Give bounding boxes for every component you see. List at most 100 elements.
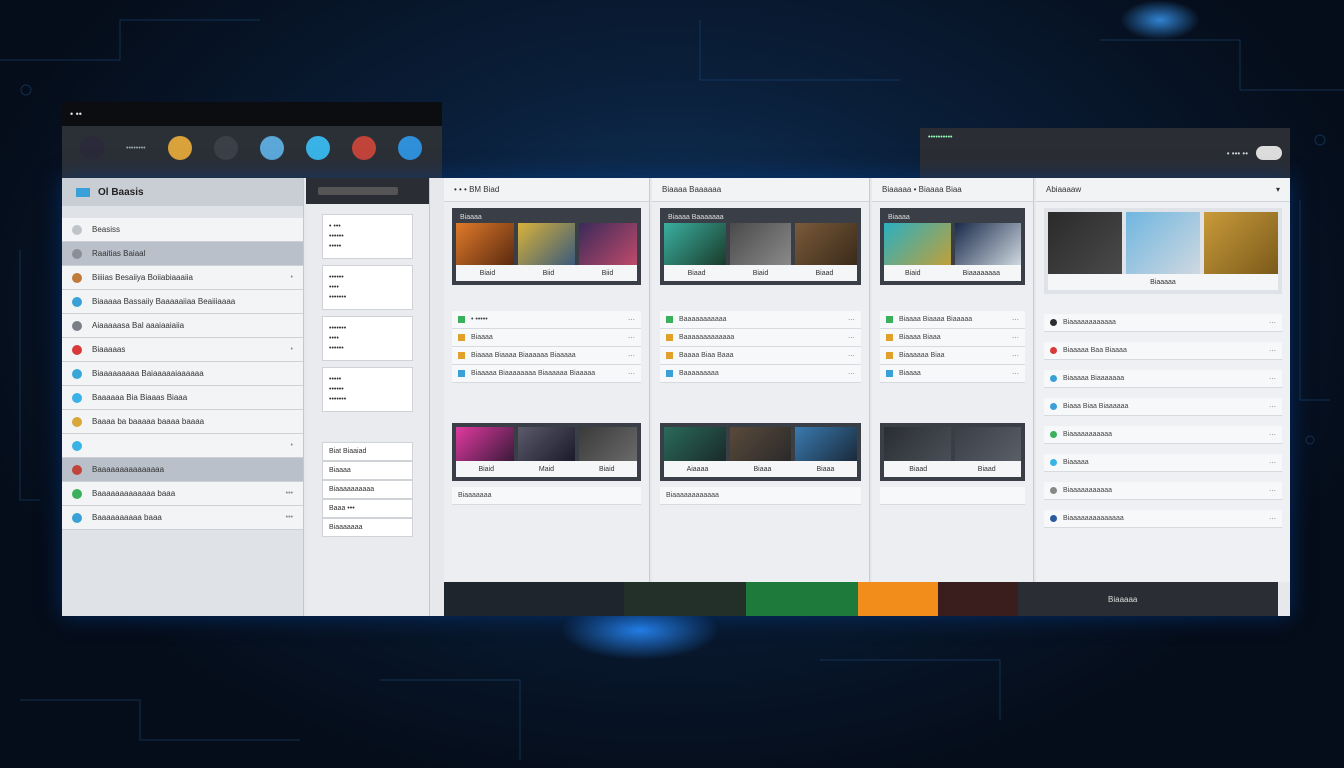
- list-row[interactable]: • ••••• ⋯: [452, 311, 641, 329]
- info-card[interactable]: •••••••••••••••••: [322, 265, 413, 310]
- gallery-thumb[interactable]: [884, 427, 951, 461]
- item-icon: [72, 248, 82, 259]
- col2-list-item[interactable]: Biat Biaaiad: [322, 442, 413, 461]
- list-row[interactable]: Baaaa Biaa Baaa ⋯: [660, 347, 861, 365]
- gallery-thumb[interactable]: [729, 427, 792, 461]
- gallery-thumb[interactable]: [954, 427, 1021, 461]
- sidebar-item[interactable]: •: [62, 434, 303, 458]
- gallery-thumb[interactable]: [517, 427, 576, 461]
- gallery-thumb[interactable]: [1126, 212, 1200, 274]
- gallery-thumb[interactable]: [456, 223, 514, 265]
- right-row[interactable]: Biaaaaa Biaaaaaaa ⋯: [1044, 370, 1282, 388]
- refresh-icon[interactable]: [397, 136, 422, 160]
- sidebar-item[interactable]: Biaaaaaaaaa Baiaaaaaiaaaaaa: [62, 362, 303, 386]
- sidebar-item[interactable]: Baaaaaaaaaaaaaaa: [62, 458, 303, 482]
- sidebar-item[interactable]: Aiaaaaasa Bal aaaiaaiaiia: [62, 314, 303, 338]
- gallery-thumb[interactable]: [795, 427, 858, 461]
- right-row[interactable]: Biaaaaa ⋯: [1044, 454, 1282, 472]
- col2-search-bar[interactable]: [318, 187, 398, 195]
- sidebar-item[interactable]: Baaaaaa Bia Biaaas Biaaa: [62, 386, 303, 410]
- more-icon[interactable]: ⋯: [1269, 459, 1276, 467]
- more-icon[interactable]: ⋯: [1012, 370, 1019, 378]
- gallery-thumb[interactable]: [664, 223, 726, 265]
- col2-list-item[interactable]: Biaaaaaaa: [322, 518, 413, 537]
- list-row[interactable]: Baaaaaaaaaaa ⋯: [660, 311, 861, 329]
- right-row[interactable]: Biaaaaaaaaaaa ⋯: [1044, 426, 1282, 444]
- more-icon[interactable]: ⋯: [1269, 487, 1276, 495]
- list-row[interactable]: Biaaaa ⋯: [880, 365, 1025, 383]
- more-icon[interactable]: ⋯: [848, 370, 855, 378]
- bottom-segment[interactable]: [858, 582, 938, 616]
- record-icon[interactable]: [80, 136, 104, 160]
- more-icon[interactable]: ⋯: [1012, 334, 1019, 342]
- right-row[interactable]: Biaaaaaaaaaaaa ⋯: [1044, 314, 1282, 332]
- gallery-thumb[interactable]: [664, 427, 726, 461]
- more-icon[interactable]: ⋯: [628, 316, 635, 324]
- list-row[interactable]: Biaaaaa Biaaaaaaaa Biaaaaaa Biaaaaa ⋯: [452, 365, 641, 383]
- more-icon[interactable]: ⋯: [848, 334, 855, 342]
- list-row[interactable]: Biaaaa ⋯: [452, 329, 641, 347]
- sidebar-item[interactable]: Raaitias Baiaal: [62, 242, 303, 266]
- sidebar-item[interactable]: Baaaaaaaaaaaaa baaa •••: [62, 482, 303, 506]
- sidebar-item[interactable]: Baaaa ba baaaaa baaaa baaaa: [62, 410, 303, 434]
- more-icon[interactable]: ⋯: [1269, 431, 1276, 439]
- sidebar-item[interactable]: Beasiss: [62, 218, 303, 242]
- bottom-segment[interactable]: Biaaaaa: [1018, 582, 1278, 616]
- right-row[interactable]: Biaaa Biaa Biaaaaaa ⋯: [1044, 398, 1282, 416]
- more-icon[interactable]: ⋯: [628, 334, 635, 342]
- more-icon[interactable]: ⋯: [1269, 319, 1276, 327]
- list-row[interactable]: Biaaaa Biaaa ⋯: [880, 329, 1025, 347]
- window-icon[interactable]: [213, 136, 238, 160]
- toggle-button[interactable]: [1256, 146, 1282, 160]
- bottom-segment[interactable]: [938, 582, 1018, 616]
- card-line: •••••: [329, 243, 342, 250]
- info-card[interactable]: •••••••••••••••••: [322, 316, 413, 361]
- gallery-thumb[interactable]: [1048, 212, 1122, 274]
- gallery-thumb[interactable]: [517, 223, 576, 265]
- bottom-segment[interactable]: [444, 582, 624, 616]
- more-icon[interactable]: ⋯: [1269, 403, 1276, 411]
- list-row[interactable]: Biaaaa Biaaaa Biaaaaaa Biaaaaa ⋯: [452, 347, 641, 365]
- bottom-segment[interactable]: [746, 582, 858, 616]
- toolbar-window: • •• ••••••••: [62, 102, 442, 180]
- sidebar-item[interactable]: Baaaaaaaaaa baaa •••: [62, 506, 303, 530]
- right-row[interactable]: Biaaaaaaaaaaaaaa ⋯: [1044, 510, 1282, 528]
- col2-list-item[interactable]: Biaaaaaaaaaa: [322, 480, 413, 499]
- col2-list-item[interactable]: Biaaaa: [322, 461, 413, 480]
- color-wheel-icon[interactable]: [167, 136, 192, 160]
- list-row[interactable]: Baaaaaaaaa ⋯: [660, 365, 861, 383]
- right-row[interactable]: Biaaaaaaaaaaa ⋯: [1044, 482, 1282, 500]
- col2-list-item[interactable]: Baaa •••: [322, 499, 413, 518]
- info-card[interactable]: • ••• •••••• •••••: [322, 214, 413, 259]
- more-icon[interactable]: ⋯: [1269, 515, 1276, 523]
- gallery-thumb[interactable]: [795, 223, 858, 265]
- chevron-down-icon[interactable]: ▾: [1276, 185, 1280, 194]
- info-card[interactable]: ••••• •••••• •••••••: [322, 367, 413, 412]
- gallery-thumb[interactable]: [579, 223, 638, 265]
- list-row[interactable]: Baaaaaaaaaaaaa ⋯: [660, 329, 861, 347]
- globe-icon[interactable]: [259, 136, 284, 160]
- bottom-segment[interactable]: [624, 582, 746, 616]
- more-icon[interactable]: ⋯: [628, 352, 635, 360]
- gallery-thumb[interactable]: [954, 223, 1021, 265]
- list-row[interactable]: Biaaaa Biaaaa Biaaaaa ⋯: [880, 311, 1025, 329]
- gallery-thumb[interactable]: [729, 223, 792, 265]
- more-icon[interactable]: ⋯: [848, 352, 855, 360]
- gallery-thumb[interactable]: [1204, 212, 1278, 274]
- swirl-icon[interactable]: [351, 136, 376, 160]
- chat-icon[interactable]: [305, 136, 330, 160]
- sidebar-item[interactable]: Biaaaaa Bassaiiy Baaaaaiiaa Beaiiiaaaa: [62, 290, 303, 314]
- more-icon[interactable]: ⋯: [848, 316, 855, 324]
- more-icon[interactable]: ⋯: [1269, 347, 1276, 355]
- more-icon[interactable]: ⋯: [1012, 352, 1019, 360]
- more-icon[interactable]: ⋯: [628, 370, 635, 378]
- sidebar-item[interactable]: Biiiias Besaiiya Boiiabiaaaiia •: [62, 266, 303, 290]
- more-icon[interactable]: ⋯: [1012, 316, 1019, 324]
- right-row[interactable]: Biaaaaa Baa Biaaaa ⋯: [1044, 342, 1282, 360]
- more-icon[interactable]: ⋯: [1269, 375, 1276, 383]
- gallery-thumb[interactable]: [884, 223, 951, 265]
- sidebar-item[interactable]: Biaaaaas •: [62, 338, 303, 362]
- gallery-thumb[interactable]: [579, 427, 638, 461]
- list-row[interactable]: Biaaaaaa Biaa ⋯: [880, 347, 1025, 365]
- gallery-thumb[interactable]: [456, 427, 514, 461]
